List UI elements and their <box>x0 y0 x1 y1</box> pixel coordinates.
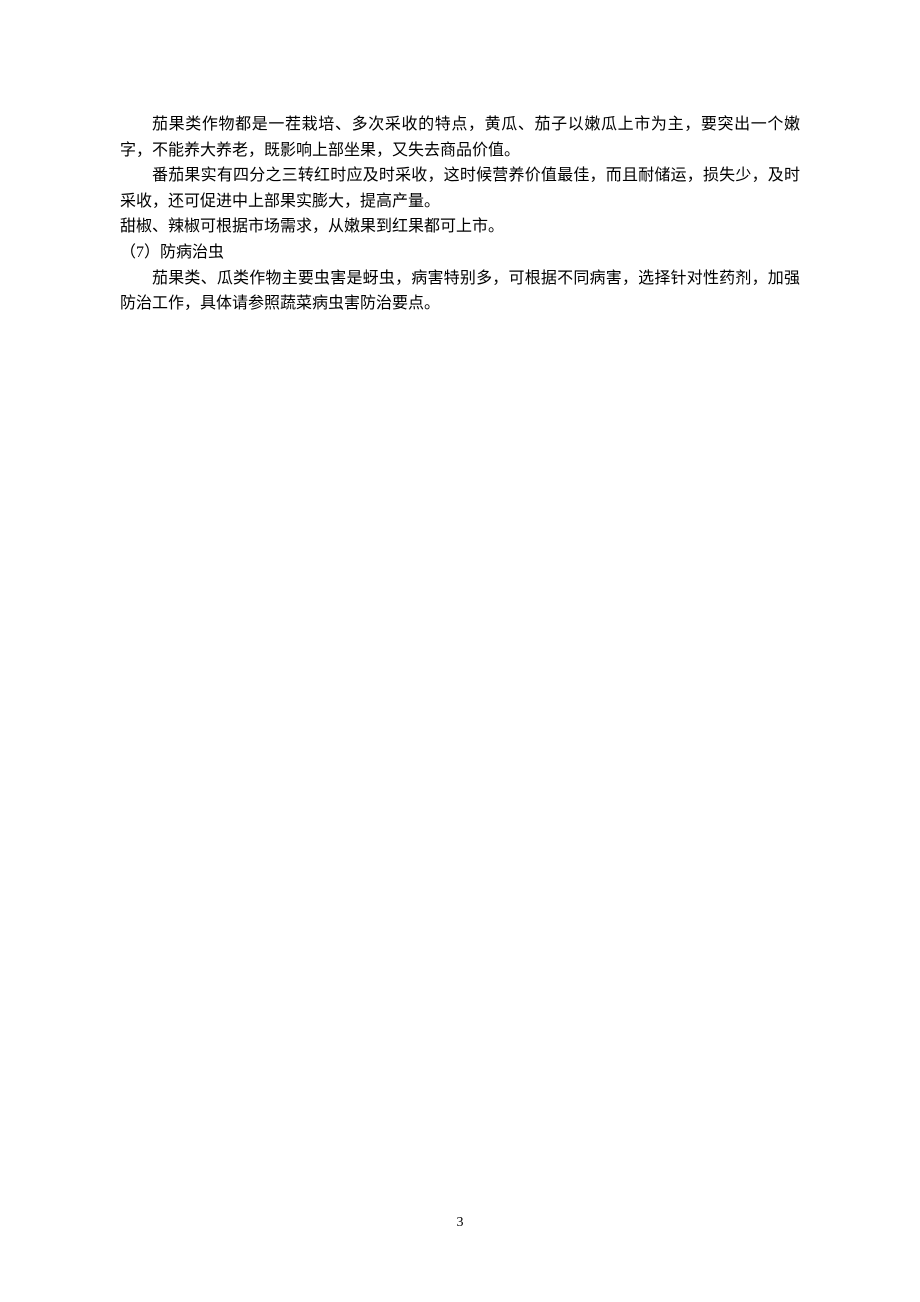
paragraph-2: 番茄果实有四分之三转红时应及时采收，这时候营养价值最佳，而且耐储运，损失少，及时… <box>120 163 800 214</box>
paragraph-4: 茄果类、瓜类作物主要虫害是蚜虫，病害特别多，可根据不同病害，选择针对性药剂，加强… <box>120 266 800 317</box>
paragraph-3: 甜椒、辣椒可根据市场需求，从嫩果到红果都可上市。 <box>120 214 800 240</box>
document-body: 茄果类作物都是一茬栽培、多次采收的特点，黄瓜、茄子以嫩瓜上市为主，要突出一个嫩字… <box>0 0 920 317</box>
paragraph-1: 茄果类作物都是一茬栽培、多次采收的特点，黄瓜、茄子以嫩瓜上市为主，要突出一个嫩字… <box>120 112 800 163</box>
section-heading-7: （7）防病治虫 <box>120 240 800 266</box>
page-number: 3 <box>0 1212 920 1234</box>
